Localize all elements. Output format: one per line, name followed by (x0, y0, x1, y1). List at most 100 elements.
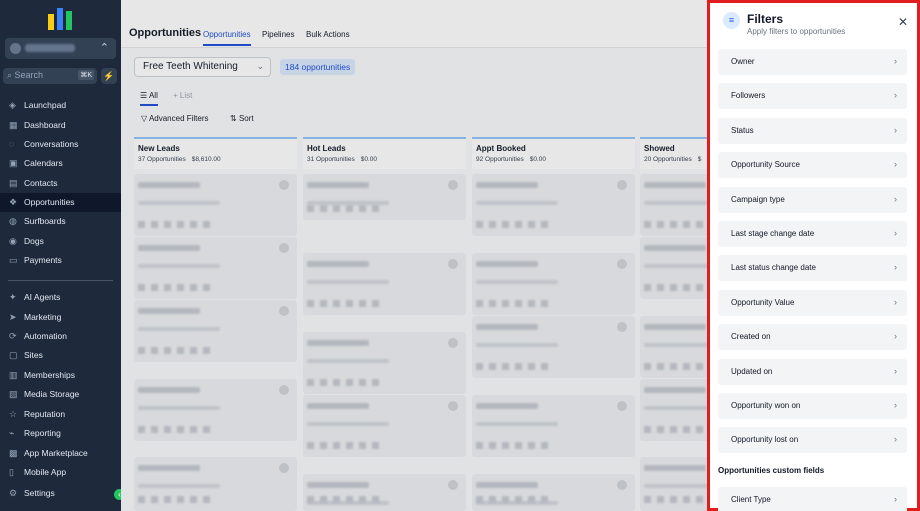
filter-status[interactable]: Status › (718, 117, 907, 144)
sidebar-item-mobile-app[interactable]: ▯ Mobile App (0, 463, 121, 482)
sidebar: ⌃ ⌕ Search ⌘K ⚡ ◈ Launchpad ▦ Dashboard ◌ Con… (0, 0, 125, 511)
filter-label: Client Type (731, 495, 771, 504)
surfboard-icon: ◍ (9, 216, 17, 226)
filter-opportunity-won-on[interactable]: Opportunity won on › (718, 393, 907, 419)
chat-icon: ◌ (9, 139, 15, 149)
folder-icon: ▧ (9, 389, 18, 399)
sidebar-item-label: Memberships (24, 370, 76, 380)
filter-owner[interactable]: Owner › (718, 49, 907, 75)
filter-followers[interactable]: Followers › (718, 83, 907, 110)
sidebar-item-label: Payments (24, 255, 62, 265)
sidebar-item-label: Dogs (24, 236, 44, 246)
payments-icon: ▭ (9, 255, 18, 265)
sidebar-item-sites[interactable]: ▢ Sites (0, 346, 121, 365)
sidebar-item-label: App Marketplace (24, 448, 88, 458)
filter-label: Opportunity Source (731, 160, 800, 170)
filter-campaign-type[interactable]: Campaign type › (718, 186, 907, 213)
search-input[interactable]: ⌕ Search ⌘K (3, 68, 97, 84)
chevron-right-icon: › (894, 400, 897, 410)
sidebar-item-label: Dashboard (24, 120, 66, 130)
sidebar-item-label: Sites (24, 350, 43, 360)
sidebar-item-automation[interactable]: ⟳ Automation (0, 327, 121, 346)
sidebar-item-label: Marketing (24, 312, 62, 322)
custom-fields-heading: Opportunities custom fields (718, 466, 825, 475)
sidebar-item-conversations[interactable]: ◌ Conversations (0, 135, 121, 154)
filter-label: Followers (731, 91, 766, 101)
sidebar-item-label: Media Storage (24, 389, 80, 399)
sidebar-item-label: Reputation (24, 409, 66, 419)
account-name-blurred (25, 44, 75, 52)
contacts-icon: ▤ (9, 178, 18, 188)
sidebar-item-app-marketplace[interactable]: ▩ App Marketplace (0, 444, 121, 463)
search-icon: ⌕ (7, 70, 15, 80)
filter-created-on[interactable]: Created on › (718, 324, 907, 351)
sidebar-divider (8, 280, 113, 281)
filters-panel: ≡ Filters Apply filters to opportunities… (707, 0, 920, 511)
search-shortcut: ⌘K (78, 70, 94, 80)
filter-label: Owner (731, 57, 755, 66)
filter-lines-icon: ≡ (723, 12, 740, 29)
sidebar-item-dogs[interactable]: ◉ Dogs (0, 232, 121, 251)
sidebar-item-memberships[interactable]: ▥ Memberships (0, 366, 121, 385)
account-switcher[interactable]: ⌃ (5, 38, 116, 59)
filter-opportunity-lost-on[interactable]: Opportunity lost on › (718, 427, 907, 454)
memberships-icon: ▥ (9, 370, 18, 380)
sidebar-item-label: Reporting (24, 428, 61, 438)
sidebar-item-label: Calendars (24, 158, 63, 168)
logo-icon (46, 8, 74, 30)
sidebar-item-launchpad[interactable]: ◈ Launchpad (0, 96, 121, 115)
chevron-right-icon: › (894, 124, 897, 135)
star-icon: ☆ (9, 409, 18, 419)
filters-subtitle: Apply filters to opportunities (747, 27, 846, 36)
sidebar-item-label: Opportunities (24, 197, 75, 207)
chevron-right-icon: › (894, 262, 897, 273)
sparkle-icon: ✦ (9, 292, 17, 302)
sidebar-item-opportunities[interactable]: ❖ Opportunities (0, 193, 121, 212)
filters-title: Filters (747, 12, 784, 26)
sidebar-item-settings[interactable]: ⚙ Settings (0, 484, 121, 503)
quick-action-bolt-icon[interactable]: ⚡ (101, 68, 117, 84)
chevron-right-icon: › (894, 56, 897, 66)
filter-label: Opportunity Value (731, 297, 795, 307)
filter-label: Updated on (731, 366, 773, 376)
sidebar-item-surfboards[interactable]: ◍ Surfboards (0, 212, 121, 231)
sidebar-item-ai-agents[interactable]: ✦ AI Agents (0, 288, 121, 307)
filter-last-status-change-date[interactable]: Last status change date › (718, 255, 907, 282)
automation-icon: ⟳ (9, 331, 17, 341)
sidebar-item-reporting[interactable]: ⌁ Reporting (0, 424, 121, 443)
filter-client-type[interactable]: Client Type › (718, 487, 907, 511)
sidebar-item-payments[interactable]: ▭ Payments (0, 251, 121, 270)
phone-icon: ▯ (9, 467, 14, 477)
chevron-right-icon: › (894, 494, 897, 504)
sidebar-item-reputation[interactable]: ☆ Reputation (0, 405, 121, 424)
sidebar-item-label: Automation (24, 331, 67, 341)
sidebar-item-label: Surfboards (24, 216, 66, 226)
send-icon: ➤ (9, 312, 17, 322)
filter-opportunity-value[interactable]: Opportunity Value › (718, 289, 907, 316)
sidebar-item-contacts[interactable]: ▤ Contacts (0, 174, 121, 193)
dashboard-icon: ▦ (9, 120, 18, 130)
chevron-right-icon: › (894, 90, 897, 101)
sidebar-item-dashboard[interactable]: ▦ Dashboard (0, 116, 121, 135)
sidebar-item-media-storage[interactable]: ▧ Media Storage (0, 385, 121, 404)
filter-opportunity-source[interactable]: Opportunity Source › (718, 152, 907, 179)
filter-last-stage-change-date[interactable]: Last stage change date › (718, 221, 907, 247)
gear-icon: ⚙ (9, 488, 18, 498)
close-icon[interactable]: ✕ (898, 15, 908, 29)
chevron-right-icon: › (894, 365, 897, 376)
filter-label: Status (731, 125, 754, 135)
filter-label: Last status change date (731, 263, 816, 273)
sidebar-item-marketing[interactable]: ➤ Marketing (0, 308, 121, 327)
filter-label: Last stage change date (731, 229, 815, 238)
filter-label: Opportunity lost on (731, 435, 799, 445)
filter-label: Campaign type (731, 194, 785, 204)
filter-label: Opportunity won on (731, 401, 801, 410)
sidebar-item-label: Conversations (24, 139, 79, 149)
calendar-icon: ▣ (9, 158, 18, 168)
filter-updated-on[interactable]: Updated on › (718, 358, 907, 385)
chevron-right-icon: › (894, 331, 897, 342)
account-avatar (10, 43, 21, 54)
sidebar-item-calendars[interactable]: ▣ Calendars (0, 154, 121, 173)
sites-icon: ▢ (9, 350, 18, 360)
paw-icon: ◉ (9, 236, 17, 246)
